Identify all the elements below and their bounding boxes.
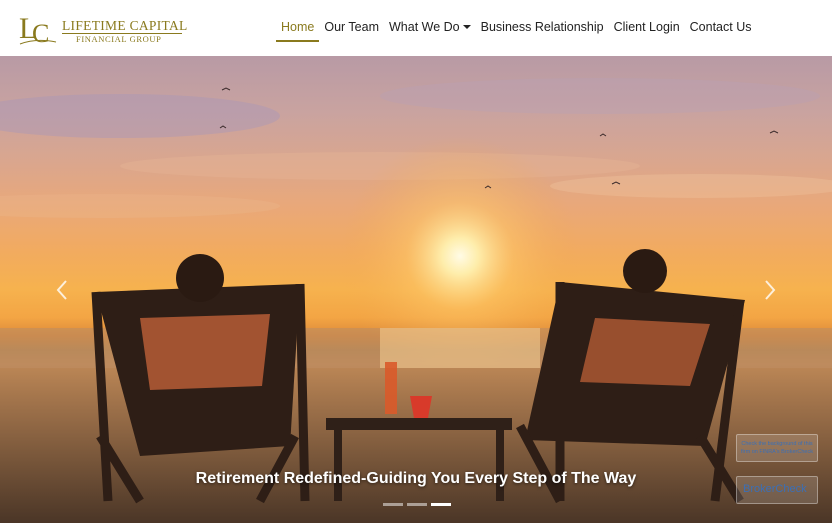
finra-check-label: Check the background of this firm on FIN… bbox=[741, 441, 813, 455]
nav-home[interactable]: Home bbox=[276, 16, 320, 42]
hero-caption: Retirement Redefined-Guiding You Every S… bbox=[195, 470, 637, 487]
carousel-indicator-1[interactable] bbox=[383, 503, 403, 506]
finra-check-badge[interactable]: Check the background of this firm on FIN… bbox=[736, 434, 818, 462]
chevron-left-icon bbox=[56, 280, 67, 300]
carousel-indicator-3[interactable] bbox=[431, 503, 451, 506]
nav-what-we-do[interactable]: What We Do bbox=[384, 16, 476, 42]
hero-carousel: Retirement Redefined-Guiding You Every S… bbox=[0, 56, 832, 523]
carousel-indicators bbox=[383, 503, 451, 506]
brokercheck-badge[interactable]: BrokerCheck bbox=[736, 476, 818, 504]
company-logo[interactable]: L C LIFETIME CAPITAL FINANCIAL GROUP bbox=[18, 10, 187, 46]
logo-subtitle: FINANCIAL GROUP bbox=[76, 34, 162, 44]
nav-what-we-do-label: What We Do bbox=[389, 20, 460, 34]
carousel-indicator-2[interactable] bbox=[407, 503, 427, 506]
carousel-next-button[interactable] bbox=[760, 278, 780, 302]
main-nav: Home Our Team What We Do Business Relati… bbox=[276, 16, 756, 42]
brokercheck-label: BrokerCheck bbox=[743, 483, 807, 495]
logo-title: LIFETIME CAPITAL bbox=[62, 18, 188, 33]
nav-our-team[interactable]: Our Team bbox=[319, 16, 384, 42]
site-header: L C LIFETIME CAPITAL FINANCIAL GROUP Hom… bbox=[0, 0, 832, 56]
caret-down-icon bbox=[462, 25, 471, 29]
nav-business-relationship[interactable]: Business Relationship bbox=[476, 16, 609, 42]
chevron-right-icon bbox=[765, 280, 776, 300]
hero-beach-image bbox=[0, 78, 832, 523]
nav-client-login[interactable]: Client Login bbox=[609, 16, 685, 42]
svg-text:C: C bbox=[32, 19, 49, 46]
carousel-prev-button[interactable] bbox=[52, 278, 72, 302]
lc-monogram-icon: L C bbox=[19, 12, 57, 46]
nav-contact-us[interactable]: Contact Us bbox=[685, 16, 757, 42]
